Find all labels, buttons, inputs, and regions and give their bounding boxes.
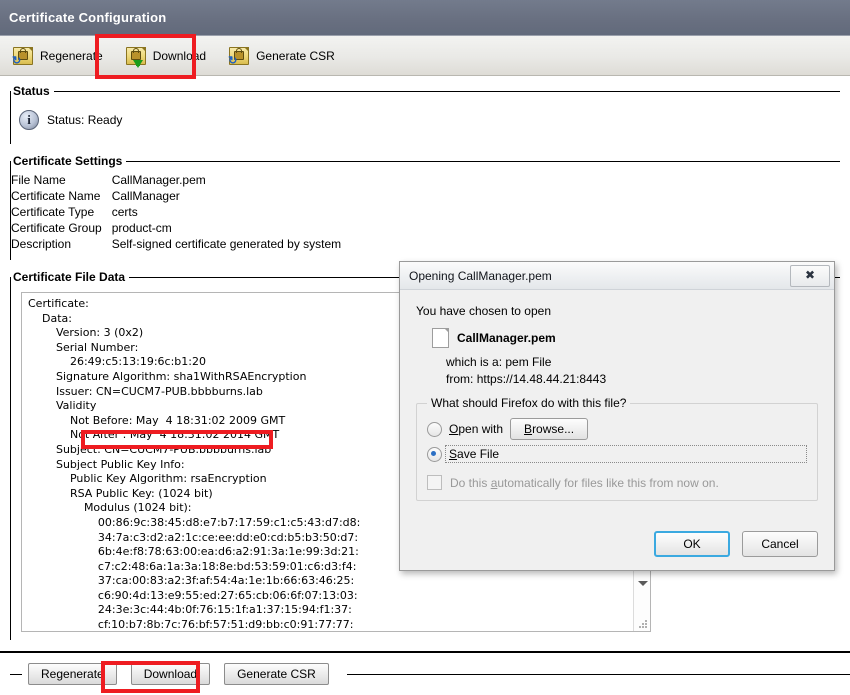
regenerate-button[interactable]: Regenerate	[28, 663, 117, 685]
setting-key: File Name	[11, 173, 66, 187]
certificate-refresh-icon: ↻	[228, 46, 250, 66]
toolbar-regenerate-label: Regenerate	[40, 48, 103, 63]
setting-value: product-cm	[111, 221, 172, 235]
dialog-footer: OK Cancel	[400, 518, 834, 570]
save-file-focus-ring: Save File	[445, 445, 807, 463]
setting-key: Certificate Name	[11, 189, 101, 203]
opening-file-dialog: Opening CallManager.pem ✖ You have chose…	[399, 261, 835, 571]
info-icon: i	[19, 110, 39, 130]
ok-button[interactable]: OK	[654, 531, 730, 557]
bottom-toolbar: Regenerate Download Generate CSR	[0, 651, 850, 695]
save-file-radio[interactable]	[427, 446, 442, 462]
toolbar-generate-csr-button[interactable]: ↻ Generate CSR	[226, 44, 343, 68]
file-name: CallManager.pem	[457, 331, 556, 345]
setting-value: CallManager.pem	[111, 173, 206, 187]
app-header: Certificate Configuration	[0, 0, 850, 36]
save-file-label: Save File	[449, 447, 500, 461]
auto-handle-row[interactable]: Do this automatically for files like thi…	[427, 475, 807, 490]
toolbar-generate-csr-label: Generate CSR	[256, 48, 335, 63]
cancel-button[interactable]: Cancel	[742, 531, 818, 557]
toolbar-download-button[interactable]: Download	[123, 44, 214, 68]
setting-value: CallManager	[111, 189, 180, 203]
file-type-row: which is a: pem File	[446, 355, 818, 369]
resize-grip-icon[interactable]	[637, 618, 647, 628]
file-action-legend: What should Firefox do with this file?	[431, 396, 627, 410]
file-source-row: from: https://14.48.44.21:8443	[446, 372, 818, 386]
toolbar-download-label: Download	[152, 48, 207, 63]
browse-button[interactable]: Browse...	[510, 418, 589, 440]
download-button[interactable]: Download	[130, 663, 211, 685]
close-icon[interactable]: ✖	[790, 264, 830, 287]
table-row: Description Self-signed certificate gene…	[11, 236, 341, 252]
chevron-down-icon[interactable]	[638, 581, 648, 586]
status-text: Status: Ready	[47, 113, 123, 127]
divider	[10, 673, 22, 675]
status-group-legend: Status	[13, 84, 50, 98]
generate-csr-button[interactable]: Generate CSR	[224, 663, 329, 685]
setting-value: Self-signed certificate generated by sys…	[111, 237, 342, 251]
certificate-file-data-legend: Certificate File Data	[13, 270, 126, 284]
file-action-group: What should Firefox do with this file? O…	[416, 396, 818, 501]
certificate-refresh-icon: ↻	[12, 46, 34, 66]
toolbar-regenerate-button[interactable]: ↻ Regenerate	[10, 44, 111, 68]
auto-handle-label: Do this automatically for files like thi…	[450, 475, 719, 490]
page-title: Certificate Configuration	[9, 10, 167, 25]
file-type-label: which is a:	[446, 355, 503, 369]
file-row: CallManager.pem	[432, 328, 818, 348]
file-type-value: pem File	[505, 355, 552, 369]
table-row: Certificate Name CallManager	[11, 188, 341, 204]
file-source-value: https://14.48.44.21:8443	[476, 372, 607, 386]
certificate-file-data-text: Certificate: Data: Version: 3 (0x2) Seri…	[28, 297, 361, 632]
status-group: Status i Status: Ready	[10, 84, 840, 144]
divider	[346, 673, 850, 675]
open-with-row[interactable]: Open with Browse...	[427, 418, 807, 440]
setting-value: certs	[111, 205, 138, 219]
save-file-row[interactable]: Save File	[427, 445, 807, 463]
auto-handle-checkbox[interactable]	[427, 475, 442, 490]
chosen-to-open-text: You have chosen to open	[416, 304, 552, 318]
certificate-download-icon	[125, 46, 147, 68]
dialog-title-bar: Opening CallManager.pem ✖	[400, 262, 834, 290]
top-toolbar: ↻ Regenerate Download ↻ Generate CSR	[0, 36, 850, 76]
document-icon	[432, 328, 449, 348]
certificate-settings-table: File Name CallManager.pem Certificate Na…	[11, 172, 341, 252]
setting-key: Description	[11, 237, 72, 251]
certificate-settings-legend: Certificate Settings	[13, 154, 123, 168]
table-row: File Name CallManager.pem	[11, 172, 341, 188]
dialog-body: You have chosen to open CallManager.pem …	[400, 290, 834, 501]
table-row: Certificate Group product-cm	[11, 220, 341, 236]
file-source-label: from:	[446, 372, 474, 386]
table-row: Certificate Type certs	[11, 204, 341, 220]
setting-key: Certificate Type	[11, 205, 95, 219]
open-with-radio[interactable]	[427, 421, 442, 437]
open-with-label: Open with	[449, 422, 504, 436]
status-row: i Status: Ready	[11, 102, 840, 136]
certificate-settings-group: Certificate Settings File Name CallManag…	[10, 154, 840, 260]
setting-key: Certificate Group	[11, 221, 102, 235]
dialog-title: Opening CallManager.pem	[409, 268, 552, 283]
